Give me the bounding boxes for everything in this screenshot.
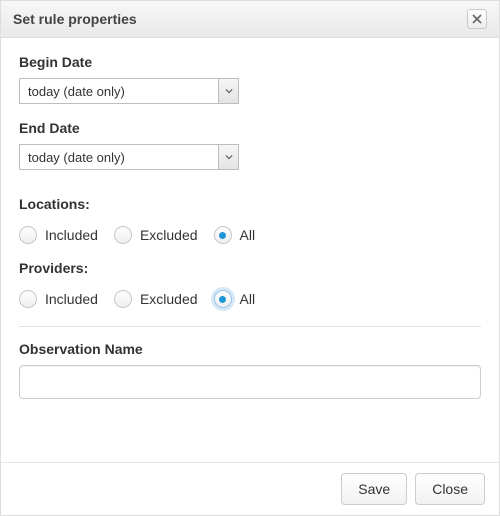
dialog: Set rule properties Begin Date today (da… bbox=[0, 0, 500, 516]
providers-label: Providers: bbox=[19, 260, 481, 276]
locations-radio-all[interactable]: All bbox=[214, 226, 256, 244]
radio-label: Included bbox=[45, 227, 98, 243]
radio-icon bbox=[214, 226, 232, 244]
end-date-label: End Date bbox=[19, 120, 481, 136]
radio-icon bbox=[19, 290, 37, 308]
begin-date-value: today (date only) bbox=[20, 79, 218, 103]
radio-icon bbox=[114, 226, 132, 244]
observation-name-label: Observation Name bbox=[19, 341, 481, 357]
locations-radio-group: Included Excluded All bbox=[19, 226, 481, 244]
radio-label: Included bbox=[45, 291, 98, 307]
close-icon[interactable] bbox=[467, 9, 487, 29]
radio-label: Excluded bbox=[140, 291, 198, 307]
locations-radio-excluded[interactable]: Excluded bbox=[114, 226, 198, 244]
begin-date-label: Begin Date bbox=[19, 54, 481, 70]
chevron-down-icon bbox=[218, 145, 238, 169]
radio-icon bbox=[214, 290, 232, 308]
close-button[interactable]: Close bbox=[415, 473, 485, 505]
save-button[interactable]: Save bbox=[341, 473, 407, 505]
dialog-header: Set rule properties bbox=[1, 1, 499, 38]
begin-date-select[interactable]: today (date only) bbox=[19, 78, 239, 104]
dialog-footer: Save Close bbox=[1, 462, 499, 515]
radio-label: All bbox=[240, 227, 256, 243]
radio-label: All bbox=[240, 291, 256, 307]
dialog-body: Begin Date today (date only) End Date to… bbox=[1, 38, 499, 462]
locations-radio-included[interactable]: Included bbox=[19, 226, 98, 244]
dialog-title: Set rule properties bbox=[13, 11, 137, 27]
radio-icon bbox=[114, 290, 132, 308]
chevron-down-icon bbox=[218, 79, 238, 103]
providers-radio-excluded[interactable]: Excluded bbox=[114, 290, 198, 308]
radio-label: Excluded bbox=[140, 227, 198, 243]
providers-radio-group: Included Excluded All bbox=[19, 290, 481, 308]
observation-name-input[interactable] bbox=[19, 365, 481, 399]
end-date-value: today (date only) bbox=[20, 145, 218, 169]
end-date-select[interactable]: today (date only) bbox=[19, 144, 239, 170]
providers-radio-all[interactable]: All bbox=[214, 290, 256, 308]
providers-radio-included[interactable]: Included bbox=[19, 290, 98, 308]
locations-label: Locations: bbox=[19, 196, 481, 212]
radio-icon bbox=[19, 226, 37, 244]
divider bbox=[19, 326, 481, 327]
